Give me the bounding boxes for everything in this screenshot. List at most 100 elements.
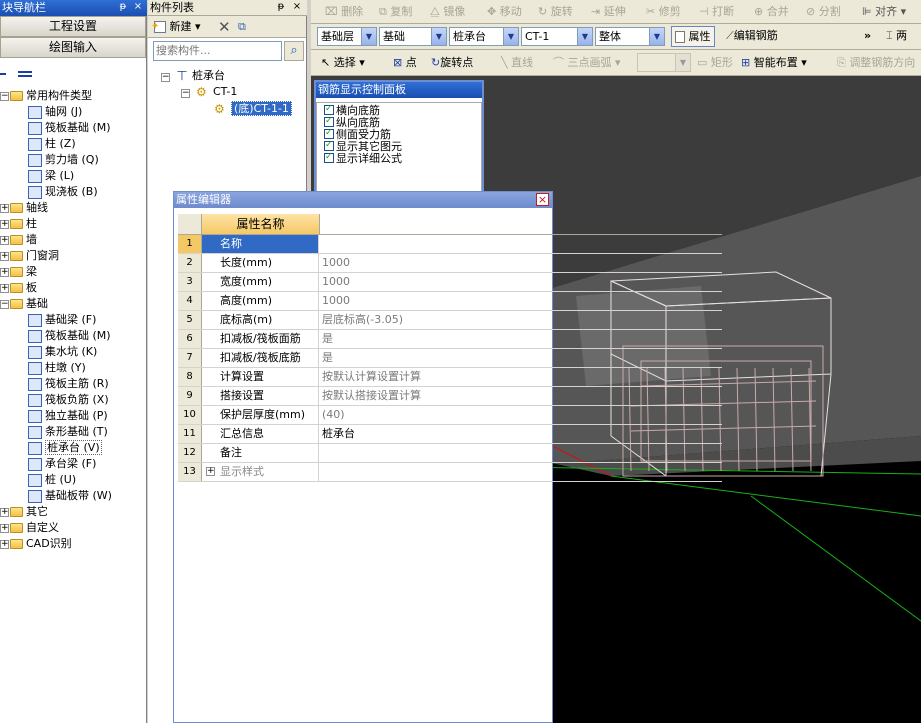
toolbar-button[interactable]: ⌧ 删除 — [325, 2, 363, 22]
nav-category[interactable]: + 自定义 — [0, 520, 59, 536]
collapse-all-icon[interactable] — [17, 71, 32, 77]
member-select[interactable]: 桩承台 ▼ — [449, 27, 519, 46]
rebar-checkbox[interactable]: 显示详细公式 — [324, 151, 402, 165]
tree-expander[interactable]: + — [0, 220, 9, 229]
tree-expander[interactable]: + — [0, 268, 9, 277]
arc-button[interactable]: ⌒ 三点画弧 ▾ — [553, 53, 621, 73]
nav-item[interactable]: 筏板基础 (M) — [28, 328, 111, 344]
nav-item[interactable]: 承台梁 (F) — [28, 456, 96, 472]
properties-button[interactable]: 属性 — [671, 26, 715, 47]
property-value[interactable]: 1000 — [320, 254, 548, 272]
property-value[interactable] — [320, 235, 548, 253]
tree-item-pile-cap-root[interactable]: ⊤ 桩承台 — [175, 68, 225, 84]
nav-category[interactable]: − 常用构件类型 — [0, 88, 92, 104]
rectangle-button[interactable]: ▭ 矩形 — [697, 53, 733, 73]
point-button[interactable]: ⊠ 点 — [393, 53, 417, 73]
toolbar-button[interactable]: ✥ 移动 — [487, 2, 522, 22]
close-icon[interactable]: × — [536, 193, 549, 206]
toolbar-button[interactable]: ⧋ 镜像 — [430, 2, 465, 22]
property-row[interactable]: 7 扣减板/筏板底筋是 — [178, 349, 722, 368]
property-value[interactable]: 桩承台 — [320, 425, 548, 443]
nav-item[interactable]: 剪力墙 (Q) — [28, 152, 99, 168]
tree-item-ct1-1[interactable]: ⚙ (底)CT-1-1 — [214, 101, 292, 117]
property-value[interactable] — [320, 444, 548, 462]
nav-item[interactable]: 筏板负筋 (X) — [28, 392, 109, 408]
toolbar-button[interactable]: ⇥ 延伸 — [591, 2, 626, 22]
nav-category[interactable]: − 基础 — [0, 296, 48, 312]
project-settings-button[interactable]: 工程设置 — [0, 16, 146, 37]
nav-category[interactable]: + 轴线 — [0, 200, 48, 216]
more-chevron-icon[interactable]: » — [864, 26, 871, 46]
nav-item[interactable]: 独立基础 (P) — [28, 408, 108, 424]
tree-expander[interactable]: + — [0, 204, 9, 213]
tree-expander[interactable]: − — [0, 300, 9, 309]
adjust-rebar-direction-button[interactable]: ⎘ 调整钢筋方向 — [837, 53, 915, 73]
expand-icon[interactable]: + — [206, 467, 215, 476]
tree-expander[interactable]: + — [0, 284, 9, 293]
nav-item[interactable]: 柱墩 (Y) — [28, 360, 86, 376]
property-value[interactable]: 按默认搭接设置计算 — [320, 387, 548, 405]
drawing-input-button[interactable]: 绘图输入 — [0, 37, 146, 58]
nav-item[interactable]: 现浇板 (B) — [28, 184, 98, 200]
search-input[interactable]: 搜索构件... — [153, 41, 282, 61]
tree-item-ct1[interactable]: ⚙ CT-1 — [196, 84, 237, 100]
property-value[interactable] — [320, 463, 548, 481]
property-value[interactable]: 按默认计算设置计算 — [320, 368, 548, 386]
new-button[interactable]: ✦ 新建 ▾ — [151, 17, 201, 37]
property-value[interactable]: 是 — [320, 349, 548, 367]
property-value[interactable]: 是 — [320, 330, 548, 348]
nav-item[interactable]: 轴网 (J) — [28, 104, 82, 120]
toolbar-button[interactable]: ⊘ 分割 — [806, 2, 841, 22]
nav-item[interactable]: 桩承台 (V) — [28, 440, 102, 456]
tree-expander[interactable]: − — [161, 73, 170, 82]
tree-expander[interactable]: + — [0, 236, 9, 245]
property-row[interactable]: 2 长度(mm) 1000 — [178, 254, 722, 273]
property-row[interactable]: 9 搭接设置 按默认搭接设置计算 — [178, 387, 722, 406]
nav-item[interactable]: 柱 (Z) — [28, 136, 76, 152]
expand-all-icon[interactable] — [0, 73, 6, 75]
toolbar-button[interactable]: ⧉ 复制 — [379, 2, 412, 22]
close-icon[interactable]: × — [132, 0, 144, 14]
property-value[interactable]: 1000 — [320, 273, 548, 291]
nav-item[interactable]: 基础板带 (W) — [28, 488, 112, 504]
smart-layout-button[interactable]: ⊞ 智能布置 ▾ — [741, 53, 807, 73]
nav-item[interactable]: 基础梁 (F) — [28, 312, 96, 328]
pin-icon[interactable]: ᵽ — [275, 0, 287, 14]
property-row[interactable]: 10 保护层厚度(mm) (40) — [178, 406, 722, 425]
search-icon[interactable]: ⌕ — [284, 41, 304, 61]
property-value[interactable]: 1000 — [320, 292, 548, 310]
copy-icon[interactable]: ⧉ — [238, 17, 246, 37]
tree-expander[interactable]: + — [0, 540, 9, 549]
nav-category[interactable]: + 其它 — [0, 504, 48, 520]
two-button[interactable]: ⌶ 两 — [886, 26, 907, 46]
layer-select[interactable]: 基础层 ▼ — [317, 27, 377, 46]
nav-category[interactable]: + CAD识别 — [0, 536, 72, 552]
column-header-name[interactable]: 属性名称 — [202, 214, 320, 234]
tree-expander[interactable]: + — [0, 508, 9, 517]
rotate-point-button[interactable]: ↻旋转点 — [431, 53, 473, 73]
scope-select[interactable]: 整体 ▼ — [595, 27, 665, 46]
pin-icon[interactable]: ᵽ — [117, 0, 129, 14]
name-select[interactable]: CT-1 ▼ — [521, 27, 593, 46]
type-select[interactable]: 基础 ▼ — [379, 27, 447, 46]
line-button[interactable]: ╲ 直线 — [501, 53, 533, 73]
tree-expander[interactable]: − — [0, 92, 9, 101]
nav-item[interactable]: 梁 (L) — [28, 168, 74, 184]
nav-category[interactable]: + 墙 — [0, 232, 37, 248]
toolbar-button[interactable]: ↻ 旋转 — [538, 2, 573, 22]
property-value[interactable]: (40) — [320, 406, 548, 424]
edit-rebar-button[interactable]: ⟋编辑钢筋 — [726, 26, 778, 46]
arc-option-select[interactable]: ▼ — [637, 53, 691, 72]
tree-expander[interactable]: + — [0, 524, 9, 533]
expand-collapse-icons[interactable] — [0, 67, 32, 80]
nav-item[interactable]: 集水坑 (K) — [28, 344, 97, 360]
property-row[interactable]: 4 高度(mm) 1000 — [178, 292, 722, 311]
property-row[interactable]: 6 扣减板/筏板面筋是 — [178, 330, 722, 349]
property-row[interactable]: 13 + 显示样式 — [178, 463, 722, 482]
nav-category[interactable]: + 板 — [0, 280, 37, 296]
close-icon[interactable]: × — [291, 0, 303, 14]
nav-category[interactable]: + 门窗洞 — [0, 248, 59, 264]
select-button[interactable]: ↖ 选择 ▾ — [321, 53, 365, 73]
property-row[interactable]: 11 汇总信息 桩承台 — [178, 425, 722, 444]
nav-category[interactable]: + 柱 — [0, 216, 37, 232]
